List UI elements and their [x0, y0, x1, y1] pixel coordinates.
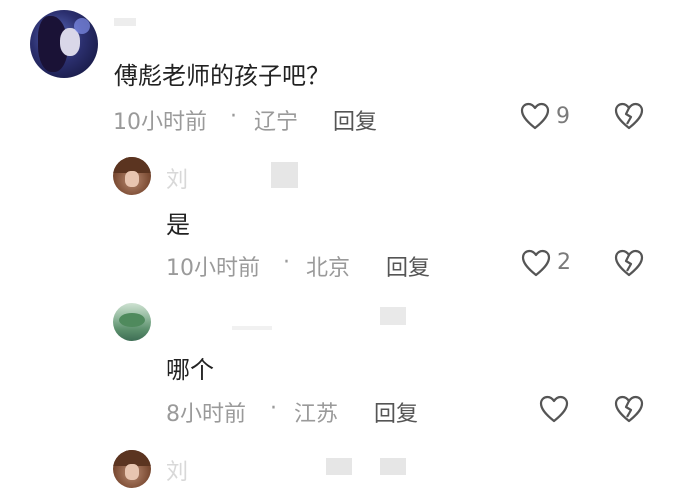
reply-avatar[interactable]	[113, 157, 151, 195]
comment-time: 10小时前	[113, 110, 207, 135]
redacted-block	[232, 326, 272, 330]
reply-location: 江苏	[294, 402, 339, 427]
reply-avatar[interactable]	[113, 450, 151, 488]
reply-button[interactable]: 回复	[386, 250, 430, 282]
reply-time: 8小时前	[166, 402, 246, 427]
broken-heart-icon[interactable]	[614, 102, 644, 130]
reply-text: 哪个	[166, 356, 214, 384]
reply-name-partial[interactable]: 刘	[166, 162, 189, 194]
redacted-block	[380, 458, 406, 475]
reply-text: 是	[166, 211, 190, 239]
meta-separator: ·	[230, 104, 237, 129]
heart-outline-icon[interactable]	[521, 249, 551, 277]
reply-time: 10小时前	[166, 256, 260, 281]
like-count: 2	[557, 250, 571, 275]
reply-location: 北京	[306, 256, 351, 281]
redacted-block	[271, 162, 298, 188]
commenter-avatar[interactable]	[30, 10, 98, 78]
comment-location: 辽宁	[254, 110, 299, 135]
redacted-block	[326, 458, 352, 475]
reply-button[interactable]: 回复	[374, 396, 418, 428]
reply-button[interactable]: 回复	[333, 104, 377, 136]
broken-heart-icon[interactable]	[614, 395, 644, 423]
reply-name-partial[interactable]: 刘	[166, 454, 189, 486]
reply-avatar[interactable]	[113, 303, 151, 341]
commenter-name-redacted	[114, 18, 136, 26]
like-count: 9	[556, 104, 570, 129]
heart-outline-icon[interactable]	[539, 395, 569, 423]
comment-text: 傅彪老师的孩子吧？	[114, 62, 330, 90]
meta-separator: ·	[283, 250, 290, 275]
broken-heart-icon[interactable]	[614, 249, 644, 277]
heart-outline-icon[interactable]	[520, 102, 550, 130]
meta-separator: ·	[270, 396, 277, 421]
redacted-block	[380, 307, 406, 325]
